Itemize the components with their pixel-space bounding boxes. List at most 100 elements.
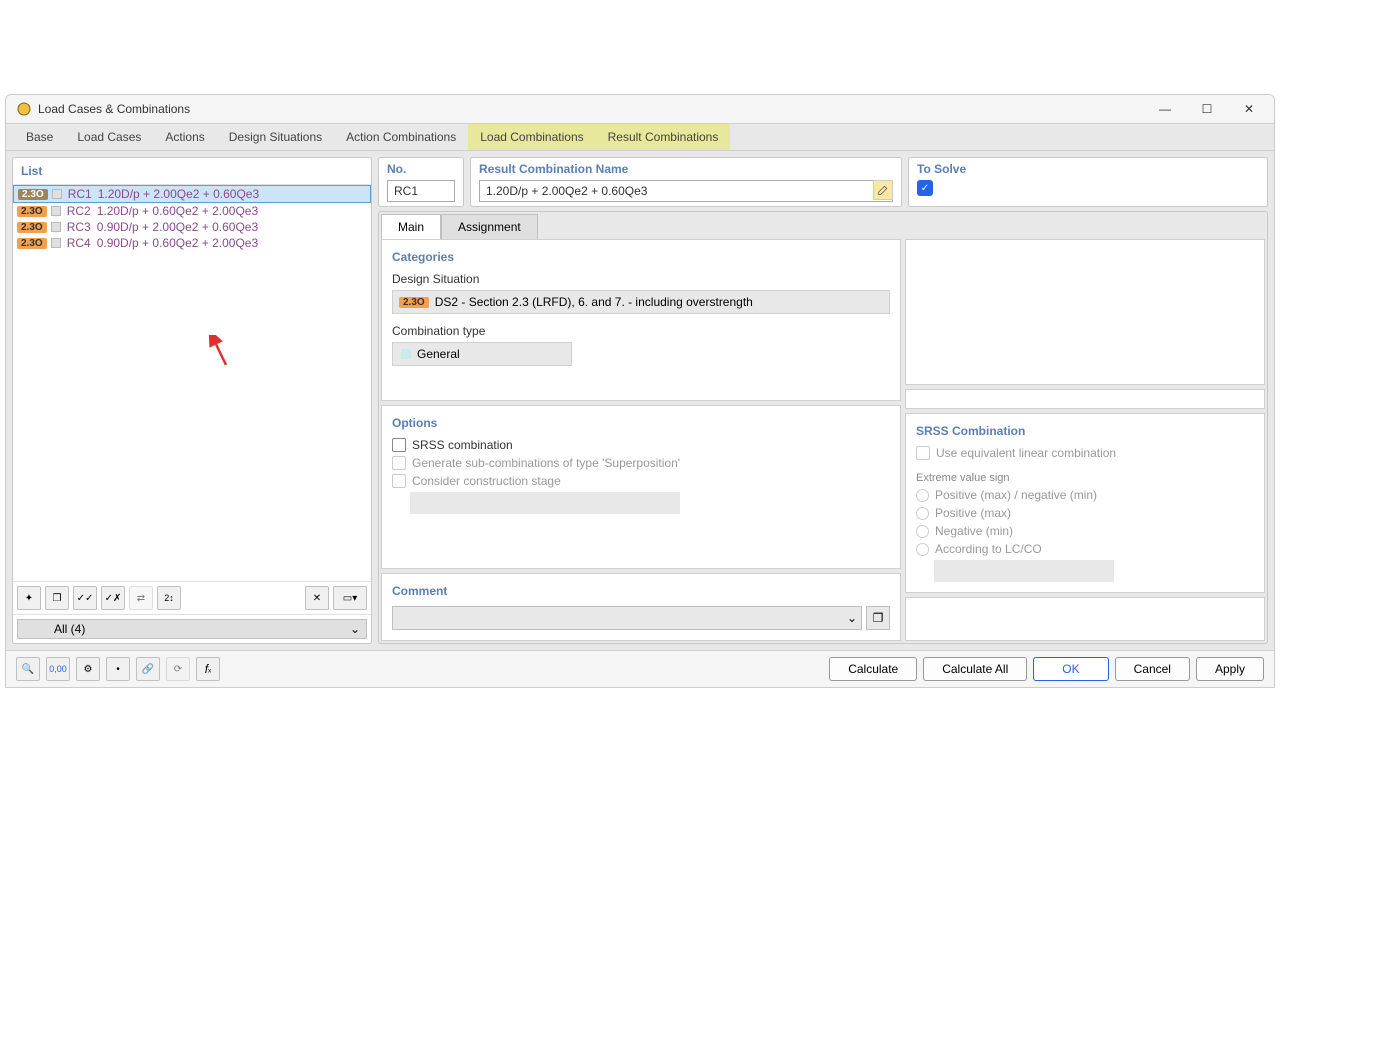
rc-name: 0.90D/p + 2.00Qe2 + 0.60Qe3 (97, 220, 258, 234)
type-swatch (401, 349, 411, 359)
apply-button[interactable]: Apply (1196, 657, 1264, 681)
consider-checkbox (392, 474, 406, 488)
deselect-all-button[interactable]: ✓✗ (101, 586, 125, 610)
cancel-button[interactable]: Cancel (1115, 657, 1190, 681)
design-situation-select[interactable]: 2.3O DS2 - Section 2.3 (LRFD), 6. and 7.… (392, 290, 890, 314)
main-tabs: Base Load Cases Actions Design Situation… (6, 123, 1274, 151)
options-panel: Options SRSS combination Generate sub-co… (381, 405, 901, 569)
ok-button[interactable]: OK (1033, 657, 1108, 681)
rc-id: RC1 (68, 187, 94, 201)
tool-icon-2[interactable]: • (106, 657, 130, 681)
bottom-right-panel (905, 597, 1265, 641)
name-input[interactable]: 1.20D/p + 2.00Qe2 + 0.60Qe3 (479, 180, 893, 202)
name-label: Result Combination Name (479, 162, 893, 176)
srss-label: SRSS combination (412, 438, 513, 452)
type-value: General (417, 347, 460, 361)
solve-checkbox[interactable]: ✓ (917, 180, 933, 196)
filter-select[interactable]: All (4) ⌄ (17, 619, 367, 639)
disabled-input (410, 492, 680, 514)
use-equiv-label: Use equivalent linear combination (936, 446, 1116, 460)
chevron-down-icon: ⌄ (350, 622, 360, 636)
rc-id: RC2 (67, 204, 93, 218)
color-swatch (51, 206, 61, 216)
rc-name: 1.20D/p + 2.00Qe2 + 0.60Qe3 (98, 187, 259, 201)
function-icon[interactable]: fₓ (196, 657, 220, 681)
swap-button[interactable]: ⇄ (129, 586, 153, 610)
delete-button[interactable]: ✕ (305, 586, 329, 610)
comment-copy-button[interactable]: ❐ (866, 606, 890, 630)
ds-badge: 2.3O (18, 189, 48, 200)
search-icon[interactable]: 🔍 (16, 657, 40, 681)
disabled-lcco-input (934, 560, 1114, 582)
ds-badge: 2.3O (17, 206, 47, 217)
tab-design-situations[interactable]: Design Situations (217, 124, 334, 150)
info-bar (905, 389, 1265, 409)
name-field-box: Result Combination Name 1.20D/p + 2.00Qe… (470, 157, 902, 207)
list-row[interactable]: 2.3O RC3 0.90D/p + 2.00Qe2 + 0.60Qe3 (13, 219, 371, 235)
tab-base[interactable]: Base (14, 124, 65, 150)
srss-checkbox[interactable] (392, 438, 406, 452)
subtab-assignment[interactable]: Assignment (441, 214, 538, 239)
close-button[interactable]: ✕ (1234, 102, 1264, 116)
sign-radio-1 (916, 489, 929, 502)
categories-title: Categories (392, 250, 890, 264)
consider-label: Consider construction stage (412, 474, 561, 488)
design-situation-label: Design Situation (392, 272, 890, 286)
calculate-button[interactable]: Calculate (829, 657, 917, 681)
srss-title: SRSS Combination (916, 424, 1254, 438)
sign-radio-2 (916, 507, 929, 520)
tab-load-cases[interactable]: Load Cases (65, 124, 153, 150)
tab-load-combinations[interactable]: Load Combinations (468, 124, 595, 150)
units-icon[interactable]: 0,00 (46, 657, 70, 681)
window-title: Load Cases & Combinations (38, 102, 1150, 116)
preview-panel (905, 239, 1265, 385)
maximize-button[interactable]: ☐ (1192, 102, 1222, 116)
color-swatch (51, 222, 61, 232)
no-field-box: No. RC1 (378, 157, 464, 207)
ds-badge: 2.3O (17, 238, 47, 249)
bottom-bar: 🔍 0,00 ⚙ • 🔗 ⟳ fₓ Calculate Calculate Al… (6, 650, 1274, 687)
ds-badge: 2.3O (399, 297, 429, 308)
rc-name: 0.90D/p + 0.60Qe2 + 2.00Qe3 (97, 236, 258, 250)
ds-value: DS2 - Section 2.3 (LRFD), 6. and 7. - in… (435, 295, 753, 309)
select-all-button[interactable]: ✓✓ (73, 586, 97, 610)
tab-result-combinations[interactable]: Result Combinations (596, 124, 731, 150)
renumber-button[interactable]: 2↕ (157, 586, 181, 610)
link-icon[interactable]: 🔗 (136, 657, 160, 681)
new-button[interactable]: ✦ (17, 586, 41, 610)
sign-opt4: According to LC/CO (935, 542, 1042, 556)
list-row[interactable]: 2.3O RC2 1.20D/p + 0.60Qe2 + 2.00Qe3 (13, 203, 371, 219)
chevron-down-icon: ⌄ (847, 611, 857, 625)
list-row[interactable]: 2.3O RC1 1.20D/p + 2.00Qe2 + 0.60Qe3 (13, 185, 371, 203)
sign-opt3: Negative (min) (935, 524, 1013, 538)
color-swatch (52, 189, 62, 199)
app-icon (16, 101, 32, 117)
comment-panel: Comment ⌄ ❐ (381, 573, 901, 641)
tab-action-combinations[interactable]: Action Combinations (334, 124, 468, 150)
extreme-label: Extreme value sign (916, 472, 1254, 484)
sign-opt2: Positive (max) (935, 506, 1011, 520)
copy-button[interactable]: ❐ (45, 586, 69, 610)
comment-input[interactable]: ⌄ (392, 606, 862, 630)
tab-actions[interactable]: Actions (153, 124, 216, 150)
edit-name-button[interactable] (873, 180, 893, 200)
solve-field-box: To Solve ✓ (908, 157, 1268, 207)
generate-label: Generate sub-combinations of type 'Super… (412, 456, 680, 470)
generate-checkbox (392, 456, 406, 470)
options-title: Options (392, 416, 890, 430)
ds-badge: 2.3O (17, 222, 47, 233)
rc-id: RC4 (67, 236, 93, 250)
list-row[interactable]: 2.3O RC4 0.90D/p + 0.60Qe2 + 2.00Qe3 (13, 235, 371, 251)
calculate-all-button[interactable]: Calculate All (923, 657, 1027, 681)
tool-icon-1[interactable]: ⚙ (76, 657, 100, 681)
tool-icon-3[interactable]: ⟳ (166, 657, 190, 681)
subtab-main[interactable]: Main (381, 214, 441, 239)
use-equiv-checkbox (916, 446, 930, 460)
sign-radio-3 (916, 525, 929, 538)
solve-label: To Solve (917, 162, 1259, 176)
no-input[interactable]: RC1 (387, 180, 455, 202)
minimize-button[interactable]: — (1150, 102, 1180, 116)
view-mode-button[interactable]: ▭▾ (333, 586, 367, 610)
rc-name: 1.20D/p + 0.60Qe2 + 2.00Qe3 (97, 204, 258, 218)
combination-type-select[interactable]: General (392, 342, 572, 366)
